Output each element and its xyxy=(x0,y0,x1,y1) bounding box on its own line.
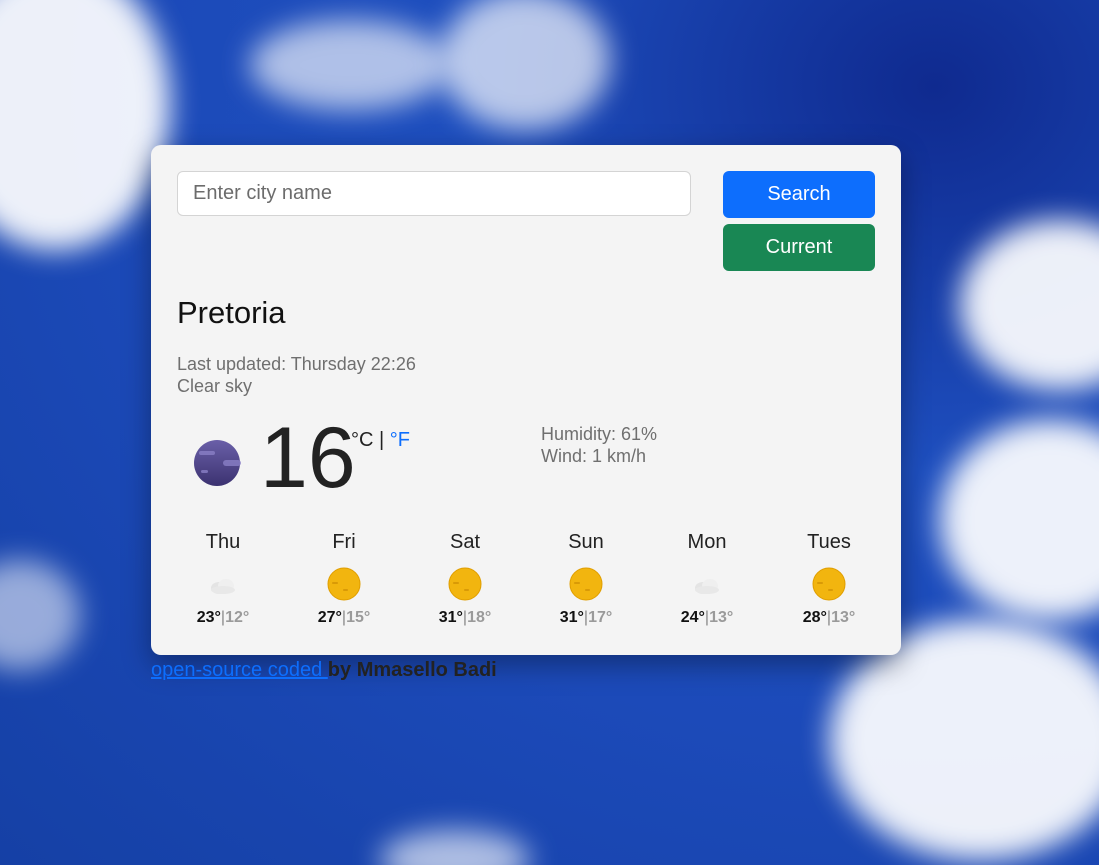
sun-icon xyxy=(448,567,482,601)
forecast-day: Tues 28°|13° xyxy=(784,531,874,627)
forecast-max-temp: 28° xyxy=(802,609,827,626)
current-location-button[interactable]: Current xyxy=(723,224,875,271)
unit-fahrenheit-link[interactable]: °F xyxy=(390,429,410,451)
sun-icon xyxy=(569,567,603,601)
forecast-min-temp: 15° xyxy=(346,609,371,626)
forecast-max-temp: 24° xyxy=(680,609,705,626)
unit-celsius[interactable]: °C xyxy=(351,429,373,451)
forecast-day-name: Thu xyxy=(205,531,241,553)
last-updated: Last updated: Thursday 22:26 xyxy=(177,354,416,374)
forecast-min-temp: 13° xyxy=(709,609,734,626)
current-temperature: 16 xyxy=(260,410,356,506)
wind: Wind: 1 km/h xyxy=(541,446,647,466)
forecast-max-temp: 27° xyxy=(317,609,342,626)
forecast-day: Sun 31°|17° xyxy=(541,531,631,627)
forecast-day-name: Sun xyxy=(568,531,604,553)
forecast-day: Sat 31°|18° xyxy=(420,531,510,627)
forecast-min-temp: 17° xyxy=(588,609,613,626)
forecast-min-temp: 18° xyxy=(467,609,492,626)
sun-icon xyxy=(812,567,846,601)
forecast-day: Thu 23°|12° xyxy=(178,531,268,627)
city-name: Pretoria xyxy=(177,295,286,330)
humidity: Humidity: 61% xyxy=(541,424,658,444)
cloud-icon xyxy=(211,579,235,594)
city-search-input[interactable] xyxy=(177,171,691,216)
search-button[interactable]: Search xyxy=(723,171,875,218)
forecast-day-name: Mon xyxy=(687,531,727,553)
forecast-day: Mon 24°|13° xyxy=(662,531,752,627)
cloud-icon xyxy=(695,579,719,594)
weather-description: Clear sky xyxy=(177,376,253,396)
forecast-max-temp: 31° xyxy=(438,609,463,626)
forecast-max-temp: 31° xyxy=(559,609,584,626)
forecast-day-name: Sat xyxy=(449,531,481,553)
forecast-min-temp: 12° xyxy=(225,609,250,626)
forecast-day: Fri 27°|15° xyxy=(299,531,389,627)
sun-icon xyxy=(327,567,361,601)
author-credit: by Mmasello Badi xyxy=(327,659,497,681)
forecast-min-temp: 13° xyxy=(831,609,856,626)
open-source-link[interactable]: open-source coded xyxy=(151,659,328,681)
forecast-max-temp: 23° xyxy=(196,609,221,626)
weather-card: Search Current Pretoria Last updated: Th… xyxy=(151,145,901,655)
forecast-day-name: Tues xyxy=(807,531,851,553)
forecast-day-name: Fri xyxy=(332,531,356,553)
unit-toggle: °C | °F xyxy=(351,429,410,452)
footer-credit: open-source coded by Mmasello Badi xyxy=(151,659,497,682)
moon-icon xyxy=(194,440,241,486)
unit-separator: | xyxy=(379,429,385,451)
